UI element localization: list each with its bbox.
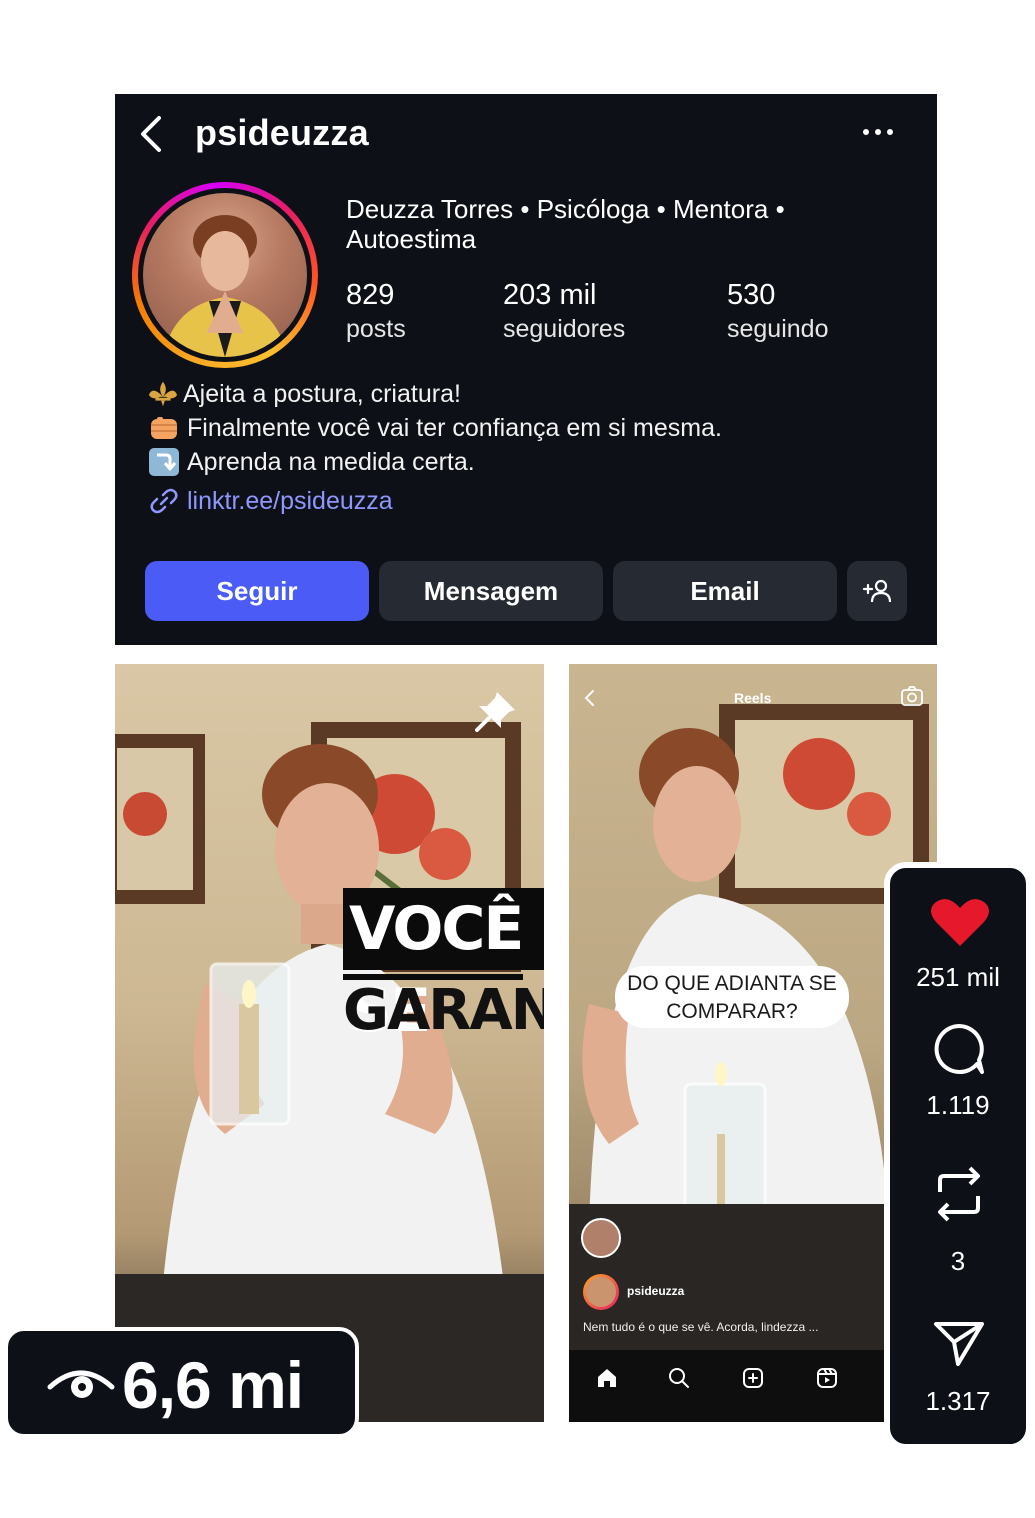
posts-label: posts [346, 315, 406, 343]
camera-icon[interactable] [901, 686, 923, 706]
more-options-icon[interactable] [861, 124, 895, 140]
profile-card: psideuzza Deuzza Torres • Psicóloga • Me… [115, 94, 937, 645]
bio-text: Aprenda na medida certa. [187, 448, 475, 476]
bottom-nav [569, 1350, 937, 1422]
post-image [115, 722, 544, 1422]
profile-link-text: linktr.ee/psideuzza [187, 486, 393, 515]
bio-line: Ajeita a postura, criatura! [147, 377, 722, 411]
stat-following[interactable]: 530 seguindo [727, 278, 828, 346]
comments-count: 1.119 [926, 1090, 990, 1120]
reels-icon[interactable] [815, 1366, 839, 1390]
profile-username: psideuzza [195, 112, 369, 153]
bio-line: Aprenda na medida certa. [147, 445, 722, 479]
repost-icon[interactable] [932, 1164, 986, 1224]
reposts-count: 3 [950, 1246, 966, 1276]
avatar[interactable] [581, 1218, 621, 1258]
stat-posts[interactable]: 829 posts [346, 278, 406, 346]
views-badge: 6,6 mi [4, 1327, 359, 1438]
post-thumbnail-pinned[interactable]: VOCÊ SE GARANTE. [115, 664, 544, 1422]
comment-icon[interactable] [932, 1022, 986, 1076]
suggest-people-button[interactable] [847, 561, 907, 621]
profile-bio: Ajeita a postura, criatura! Finalmente v… [147, 377, 722, 479]
heart-icon[interactable] [930, 896, 990, 948]
fist-icon [151, 417, 177, 439]
profile-link[interactable]: linktr.ee/psideuzza [145, 486, 393, 516]
back-arrow-icon[interactable] [583, 688, 597, 708]
fleur-de-lis-icon [148, 381, 178, 407]
following-label: seguindo [727, 315, 829, 343]
add-person-icon [862, 579, 892, 603]
reels-title: Reels [734, 690, 772, 706]
reel-caption: Nem tudo é o que se vê. Acorda, lindezza… [583, 1320, 819, 1334]
back-arrow-icon[interactable] [137, 114, 167, 154]
engagement-panel: 251 mil 1.119 3 1.317 [884, 862, 1032, 1450]
bio-text: Finalmente você vai ter confiança em si … [187, 414, 722, 442]
message-button[interactable]: Mensagem [379, 561, 603, 621]
reel-username[interactable]: psideuzza [627, 1284, 684, 1298]
share-icon[interactable] [932, 1318, 986, 1368]
views-count: 6,6 mi [122, 1348, 304, 1422]
link-icon [150, 488, 178, 514]
home-icon[interactable] [595, 1366, 619, 1390]
post-thumbnail-reel[interactable]: Reels DO QUE ADIANTA SE COMPARAR? psideu… [569, 664, 937, 1422]
following-count: 530 [727, 279, 776, 311]
speech-bubble: DO QUE ADIANTA SE COMPARAR? [615, 966, 849, 1028]
avatar[interactable] [583, 1274, 619, 1310]
followers-count: 203 mil [503, 279, 597, 311]
stat-followers[interactable]: 203 mil seguidores [503, 278, 625, 346]
arrow-down-box-icon [149, 448, 179, 476]
search-icon[interactable] [667, 1366, 691, 1390]
likes-count: 251 mil [916, 962, 1000, 992]
shares-count: 1.317 [925, 1386, 991, 1416]
post-caption-line: VOCÊ SE [343, 888, 544, 1046]
bio-line: Finalmente você vai ter confiança em si … [147, 411, 722, 445]
posts-count: 829 [346, 279, 395, 311]
pin-icon [475, 692, 515, 732]
followers-label: seguidores [503, 315, 626, 343]
reel-image [569, 704, 937, 1354]
email-button[interactable]: Email [613, 561, 837, 621]
avatar [143, 193, 307, 357]
bio-text: Ajeita a postura, criatura! [183, 380, 461, 408]
post-caption-line: GARANTE. [343, 978, 544, 1043]
profile-full-name: Deuzza Torres • Psicóloga • Mentora • Au… [346, 194, 785, 254]
new-post-icon[interactable] [741, 1366, 765, 1390]
follow-button[interactable]: Seguir [145, 561, 369, 621]
story-ring[interactable] [132, 182, 318, 368]
eye-icon [47, 1370, 115, 1398]
